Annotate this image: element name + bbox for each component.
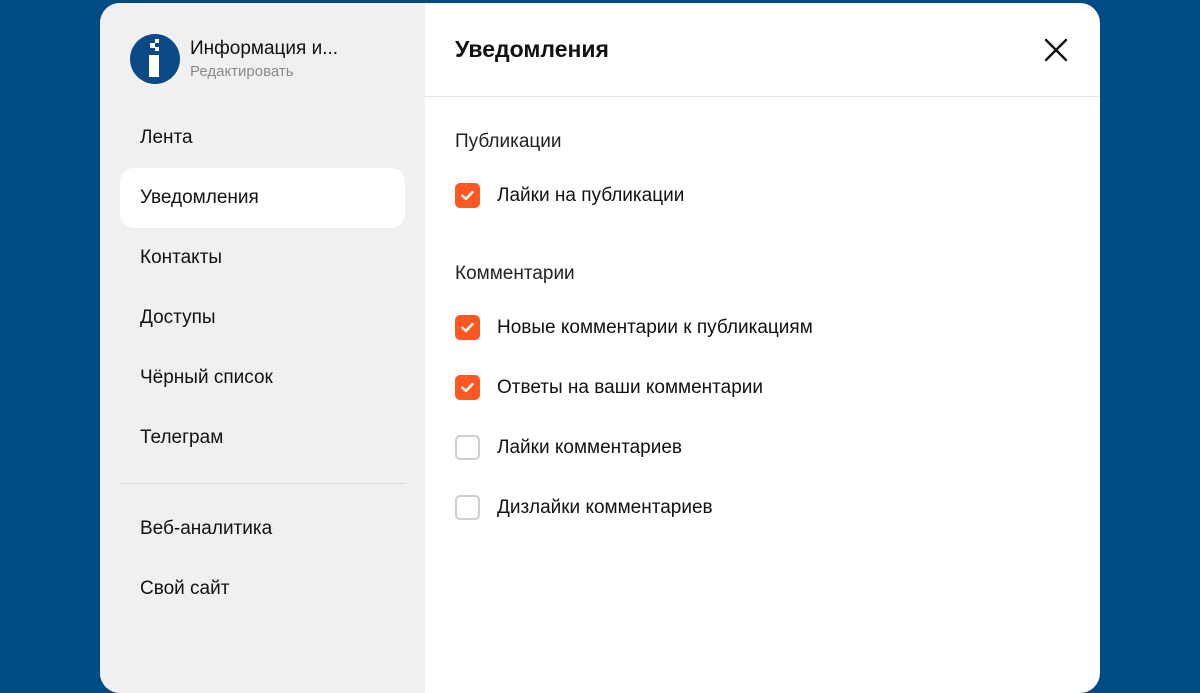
sidebar-item-own-site[interactable]: Свой сайт xyxy=(120,559,405,619)
sidebar-divider xyxy=(120,483,405,484)
sidebar: Информация и... Редактировать Лента Увед… xyxy=(100,3,425,693)
avatar-logo-stem xyxy=(149,55,159,77)
checkbox[interactable] xyxy=(455,495,480,520)
option-label: Ответы на ваши комментарии xyxy=(497,376,763,398)
option-comment-replies[interactable]: Ответы на ваши комментарии xyxy=(455,375,763,400)
option-comment-likes[interactable]: Лайки комментариев xyxy=(455,435,682,460)
avatar xyxy=(130,34,180,84)
content-header: Уведомления xyxy=(425,3,1100,97)
avatar-logo-dot xyxy=(155,47,159,51)
option-new-comments[interactable]: Новые комментарии к публикациям xyxy=(455,315,813,340)
avatar-logo-dot xyxy=(155,39,159,43)
close-icon xyxy=(1044,38,1068,62)
sidebar-item-telegram[interactable]: Телеграм xyxy=(120,408,405,468)
option-publication-likes[interactable]: Лайки на публикации xyxy=(455,183,684,208)
main-content: Уведомления Публикации Лайки на публикац… xyxy=(425,3,1100,693)
checkmark-icon xyxy=(461,322,474,333)
option-comment-dislikes[interactable]: Дизлайки комментариев xyxy=(455,495,713,520)
section-title-comments: Комментарии xyxy=(455,263,575,284)
option-label: Лайки на публикации xyxy=(497,184,685,206)
sidebar-nav: Лента Уведомления Контакты Доступы Чёрны… xyxy=(120,108,405,619)
sidebar-item-access[interactable]: Доступы xyxy=(120,288,405,348)
profile-name: Информация и... xyxy=(190,37,339,59)
sidebar-item-contacts[interactable]: Контакты xyxy=(120,228,405,288)
sidebar-item-blacklist[interactable]: Чёрный список xyxy=(120,348,405,408)
checkmark-icon xyxy=(461,190,474,201)
settings-modal: Информация и... Редактировать Лента Увед… xyxy=(100,3,1100,693)
sidebar-item-feed[interactable]: Лента xyxy=(120,108,405,168)
option-label: Новые комментарии к публикациям xyxy=(497,316,813,338)
section-title-publications: Публикации xyxy=(455,131,562,152)
option-label: Лайки комментариев xyxy=(497,436,683,458)
close-button[interactable] xyxy=(1042,36,1070,64)
page-title: Уведомления xyxy=(455,36,609,62)
sidebar-item-notifications[interactable]: Уведомления xyxy=(120,168,405,228)
option-label: Дизлайки комментариев xyxy=(497,496,713,518)
checkbox[interactable] xyxy=(455,435,480,460)
edit-profile-link[interactable]: Редактировать xyxy=(190,62,338,82)
profile-block[interactable]: Информация и... Редактировать xyxy=(130,34,338,84)
checkbox[interactable] xyxy=(455,315,480,340)
sidebar-item-web-analytics[interactable]: Веб-аналитика xyxy=(120,499,405,559)
checkmark-icon xyxy=(461,382,474,393)
checkbox[interactable] xyxy=(455,183,480,208)
checkbox[interactable] xyxy=(455,375,480,400)
